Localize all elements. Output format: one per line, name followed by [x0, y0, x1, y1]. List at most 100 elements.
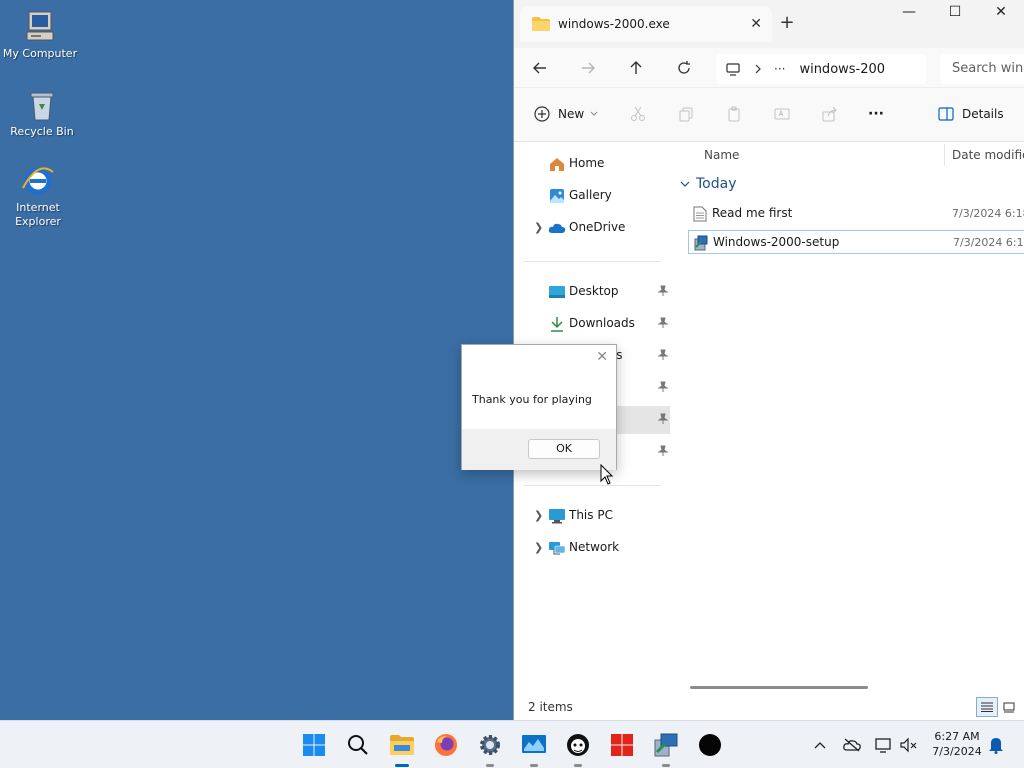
- pin-icon[interactable]: [658, 285, 668, 297]
- arrow-left-icon: [533, 62, 546, 74]
- taskbar-app-character[interactable]: [564, 731, 592, 767]
- pin-icon[interactable]: [658, 445, 668, 457]
- folder-icon: [390, 735, 414, 755]
- cloud-offline-icon: [843, 738, 861, 752]
- new-tab-button[interactable]: +: [776, 12, 798, 33]
- tab-windows-2000[interactable]: windows-2000.exe ✕: [520, 6, 772, 42]
- pin-icon[interactable]: [658, 317, 668, 329]
- chevron-right-icon[interactable]: ❯: [534, 221, 543, 234]
- clock[interactable]: 6:27 AM 7/3/2024: [926, 729, 988, 759]
- sidebar-item-gallery[interactable]: Gallery: [524, 182, 670, 210]
- tray-onedrive[interactable]: [842, 735, 862, 755]
- start-button[interactable]: [300, 731, 328, 759]
- desktop-icon-internet-explorer[interactable]: Internet Explorer: [0, 164, 78, 229]
- taskbar-settings[interactable]: [476, 731, 504, 767]
- pin-icon[interactable]: [658, 349, 668, 361]
- column-header-date-modified[interactable]: Date modified: [952, 142, 1024, 168]
- details-view-button[interactable]: [976, 697, 998, 717]
- taskbar-app-black-circle[interactable]: [696, 731, 724, 759]
- group-header-today[interactable]: Today: [680, 176, 737, 192]
- close-button[interactable]: ✕: [978, 4, 1024, 28]
- sidebar-item-label: This PC: [569, 508, 613, 522]
- taskbar-app-setup[interactable]: [652, 731, 680, 767]
- column-divider[interactable]: [944, 144, 945, 166]
- dialog-message: Thank you for playing: [472, 393, 592, 406]
- back-button[interactable]: [528, 56, 552, 80]
- horizontal-scrollbar[interactable]: [690, 686, 868, 689]
- cut-button[interactable]: [630, 102, 646, 126]
- bell-icon: [989, 738, 1003, 754]
- running-indicator: [662, 764, 670, 767]
- taskbar-firefox[interactable]: [432, 731, 460, 759]
- taskbar-file-explorer[interactable]: [388, 731, 416, 767]
- sidebar-item-network[interactable]: ❯ Network: [524, 534, 670, 562]
- breadcrumb-windows-200[interactable]: windows-200: [799, 62, 885, 77]
- column-header-name[interactable]: Name: [704, 142, 739, 168]
- tab-title: windows-2000.exe: [558, 17, 670, 31]
- refresh-icon: [678, 61, 690, 74]
- pin-icon[interactable]: [658, 381, 668, 393]
- tab-close-icon[interactable]: ✕: [750, 16, 762, 32]
- display-app-icon: [522, 735, 546, 753]
- search-input[interactable]: Search windows-200: [940, 54, 1024, 84]
- taskbar-app-windows[interactable]: [608, 731, 636, 759]
- share-button[interactable]: [822, 102, 838, 126]
- tray-volume[interactable]: [899, 735, 919, 755]
- search-button[interactable]: [344, 731, 372, 759]
- setup-icon: [654, 733, 678, 757]
- rename-icon: [774, 108, 790, 120]
- tray-network[interactable]: [874, 735, 894, 755]
- copy-button[interactable]: [678, 102, 694, 126]
- new-button[interactable]: New: [534, 102, 598, 126]
- sidebar-item-desktop[interactable]: Desktop: [524, 278, 670, 306]
- running-indicator: [486, 764, 494, 767]
- running-indicator: [574, 764, 582, 767]
- scissors-icon: [631, 106, 645, 121]
- more-options-button[interactable]: ···: [868, 102, 884, 126]
- up-button[interactable]: [624, 56, 648, 80]
- this-pc-icon: [549, 509, 565, 524]
- sidebar-item-onedrive[interactable]: ❯ OneDrive: [524, 214, 670, 242]
- sidebar-item-downloads[interactable]: Downloads: [524, 310, 670, 338]
- my-computer-icon: [26, 11, 54, 41]
- desktop-icon-my-computer[interactable]: My Computer: [0, 10, 80, 61]
- tiles-view-button[interactable]: [998, 697, 1020, 717]
- new-button-label: New: [558, 107, 585, 121]
- command-bar: New ··· Details: [514, 88, 1024, 142]
- maximize-button[interactable]: ☐: [932, 4, 978, 28]
- monitor-icon: [726, 62, 740, 76]
- chevron-right-icon[interactable]: ❯: [534, 541, 543, 554]
- sidebar-item-this-pc[interactable]: ❯ This PC: [524, 502, 670, 530]
- list-view-icon: [981, 702, 993, 712]
- gallery-icon: [550, 189, 564, 203]
- details-label: Details: [962, 107, 1004, 121]
- pin-icon[interactable]: [658, 413, 668, 425]
- details-pane-icon: [938, 107, 954, 121]
- refresh-button[interactable]: [672, 56, 696, 80]
- ok-button[interactable]: OK: [528, 439, 600, 459]
- address-ellipsis[interactable]: ···: [774, 62, 785, 76]
- sidebar-item-home[interactable]: Home: [524, 150, 670, 178]
- dialog-close-icon[interactable]: ✕: [596, 349, 608, 365]
- chevron-right-icon[interactable]: ❯: [534, 509, 543, 522]
- show-hidden-icons-button[interactable]: [810, 735, 830, 755]
- volume-muted-icon: [900, 737, 917, 753]
- details-pane-button[interactable]: Details: [938, 102, 1004, 126]
- sidebar-item-label: Downloads: [569, 316, 635, 330]
- forward-button[interactable]: [576, 56, 600, 80]
- notifications-button[interactable]: [986, 735, 1006, 755]
- table-row[interactable]: Read me first 7/3/2024 6:18 AM: [688, 202, 1024, 226]
- dialog-footer: OK: [462, 429, 616, 470]
- taskbar-app-display[interactable]: [520, 731, 548, 767]
- table-row-selected[interactable]: Windows-2000-setup 7/3/2024 6:18 AM: [688, 230, 1024, 254]
- chevron-right-icon: [755, 64, 761, 74]
- rename-button[interactable]: [774, 102, 790, 126]
- title-bar: windows-2000.exe ✕ + — ☐ ✕: [514, 0, 1024, 48]
- network-icon: [549, 542, 566, 555]
- chevron-down-icon: [590, 111, 598, 116]
- minimize-button[interactable]: —: [886, 4, 932, 28]
- more-icon: ···: [868, 106, 884, 122]
- address-bar[interactable]: ··· windows-200: [716, 54, 926, 84]
- desktop-icon-recycle-bin[interactable]: Recycle Bin: [2, 88, 82, 139]
- paste-button[interactable]: [726, 102, 742, 126]
